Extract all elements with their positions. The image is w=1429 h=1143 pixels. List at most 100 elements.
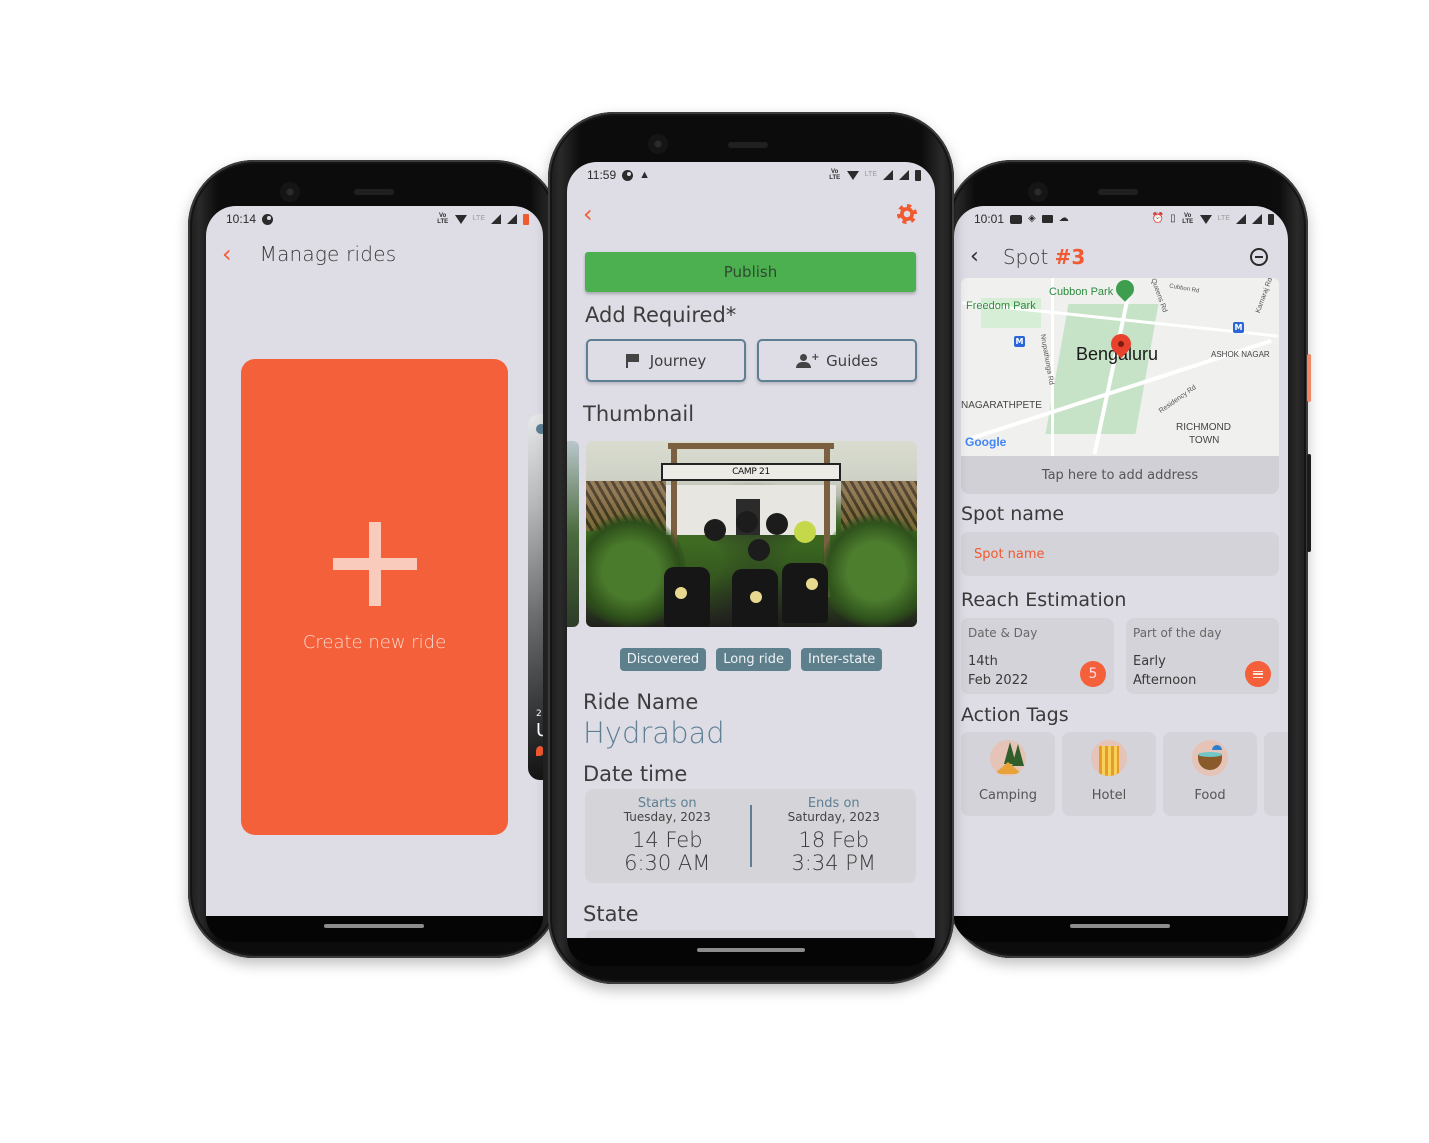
status-bar: 11:59 ▲ Vo LTE LTE [567, 162, 935, 188]
chevron-left-icon[interactable]: ‹ [970, 244, 979, 269]
part-of-day-card[interactable]: Part of the day Early Afternoon [1126, 618, 1279, 694]
state-heading: State [583, 902, 639, 926]
date-day-card[interactable]: Date & Day 14th Feb 2022 5 [961, 618, 1114, 694]
motorcycle [782, 563, 828, 623]
earpiece-speaker [728, 142, 768, 148]
journey-button[interactable]: Journey [586, 339, 746, 382]
front-camera [648, 134, 668, 154]
create-new-ride-card[interactable]: Create new ride [241, 359, 508, 835]
end-time: 3:34 PM [791, 850, 877, 875]
rider-helmet [766, 513, 788, 535]
action-tag-peek[interactable] [1264, 732, 1288, 816]
rider-helmet [748, 539, 770, 561]
action-tags-row: Camping Hotel Food [961, 732, 1288, 816]
signal-icon [1252, 214, 1262, 224]
start-time: 6:30 AM [624, 850, 711, 875]
part-of-day-value-line1: Early [1133, 654, 1166, 669]
location-icon: ◈ [1028, 213, 1036, 224]
map-label: RICHMOND [1176, 422, 1231, 433]
cloud-icon: ☁ [1058, 213, 1069, 224]
wifi-icon [1199, 214, 1212, 224]
start-datetime[interactable]: Starts on Tuesday, 2023 14 Feb 6:30 AM [585, 796, 750, 875]
date-day-label: Date & Day [968, 626, 1038, 640]
signal-icon [899, 170, 909, 180]
date-day-value-line1: 14th [968, 654, 998, 669]
screen: 10:14 Vo LTE LTE ‹ Manage rides Create ne… [206, 206, 543, 916]
chevron-left-icon[interactable]: ‹ [222, 242, 232, 266]
action-tag-camping[interactable]: Camping [961, 732, 1055, 816]
action-tag-hotel[interactable]: Hotel [1062, 732, 1156, 816]
battery-icon [1268, 213, 1274, 225]
gallery-icon [1041, 215, 1053, 223]
metro-icon: M [1233, 322, 1244, 333]
page-title: Manage rides [259, 242, 397, 266]
signal-icon [1236, 214, 1246, 224]
battery-icon [915, 169, 921, 181]
gate-beam [668, 443, 834, 449]
chevron-left-icon[interactable]: ‹ [583, 202, 593, 226]
home-indicator[interactable] [1070, 924, 1170, 928]
add-required-heading: Add Required* [585, 303, 737, 327]
minus-circle-icon[interactable] [1250, 247, 1268, 266]
start-day: Tuesday, 2023 [623, 810, 711, 825]
wifi-icon [846, 170, 859, 180]
publish-button[interactable]: Publish [585, 252, 916, 292]
title-prefix: Spot [1002, 244, 1055, 269]
nav-area [567, 938, 935, 966]
signal-icon [491, 214, 501, 224]
ride-name-value[interactable]: Hydrabad [583, 716, 725, 750]
youtube-icon [1010, 214, 1023, 224]
previous-thumbnail-peek[interactable] [567, 441, 579, 627]
status-time: 10:14 [226, 212, 257, 226]
end-datetime[interactable]: Ends on Saturday, 2023 18 Feb 3:34 PM [752, 796, 917, 875]
tag-chip[interactable]: Discovered [619, 648, 707, 671]
state-field[interactable] [585, 930, 916, 938]
ends-on-label: Ends on [807, 796, 860, 812]
day-count-badge: 5 [1080, 661, 1106, 687]
status-time: 11:59 [587, 168, 617, 182]
hotel-icon [1091, 740, 1127, 776]
gear-icon[interactable] [897, 204, 917, 224]
action-tag-food[interactable]: Food [1163, 732, 1257, 816]
alarm-icon: ⏰ [1151, 213, 1165, 224]
map-label: Freedom Park [966, 300, 1036, 312]
ride-card-peek[interactable]: 2 U [528, 414, 543, 780]
guides-button[interactable]: + Guides [757, 339, 917, 382]
action-tag-label: Food [1194, 788, 1226, 803]
data-saver-icon [262, 213, 274, 225]
headlamp [675, 587, 687, 599]
screen: 10:01 ◈ ☁ ⏰ ▯ Vo LTE LTE ‹ Spot #3 Cubbo… [954, 206, 1288, 916]
end-date: 18 Feb [798, 827, 870, 852]
tag-chip[interactable]: Inter-state [801, 648, 883, 671]
start-date: 14 Feb [631, 827, 703, 852]
date-day-value-line2: Feb 2022 [968, 673, 1029, 688]
plus-icon [332, 521, 417, 606]
add-address-button[interactable]: Tap here to add address [961, 456, 1279, 494]
metro-icon: M [1014, 336, 1025, 347]
action-tag-label: Hotel [1091, 788, 1127, 803]
app-bar: ‹ Spot #3 [970, 244, 1268, 269]
screen: 11:59 ▲ Vo LTE LTE ‹ Publish Add Required… [567, 162, 935, 938]
volte-icon: Vo LTE [829, 169, 841, 181]
nav-area [954, 916, 1288, 942]
status-bar: 10:14 Vo LTE LTE [206, 206, 543, 232]
page-title: Spot #3 [1003, 245, 1086, 269]
signal-icon [507, 214, 517, 224]
guides-button-label: Guides [826, 351, 878, 370]
app-bar: ‹ Manage rides [222, 242, 396, 266]
home-indicator[interactable] [697, 948, 805, 952]
thumbnail-image[interactable]: CAMP 21 [586, 441, 917, 627]
headlamp [806, 578, 818, 590]
part-of-day-label: Part of the day [1133, 626, 1222, 640]
ride-card-peek-title: U [536, 720, 543, 741]
tag-chip[interactable]: Long ride [716, 648, 791, 671]
thumbnail-heading: Thumbnail [583, 402, 695, 426]
map-preview[interactable]: Cubbon Park Freedom Park Queens Rd Cubbo… [961, 278, 1279, 456]
volte-icon: Vo LTE [437, 213, 449, 225]
rider-helmet [704, 519, 726, 541]
reach-estimation-heading: Reach Estimation [961, 589, 1127, 611]
earpiece-speaker [1098, 189, 1138, 195]
map-label: Cubbon Park [1049, 286, 1114, 298]
spot-name-input[interactable] [961, 532, 1279, 576]
home-indicator[interactable] [324, 924, 424, 928]
